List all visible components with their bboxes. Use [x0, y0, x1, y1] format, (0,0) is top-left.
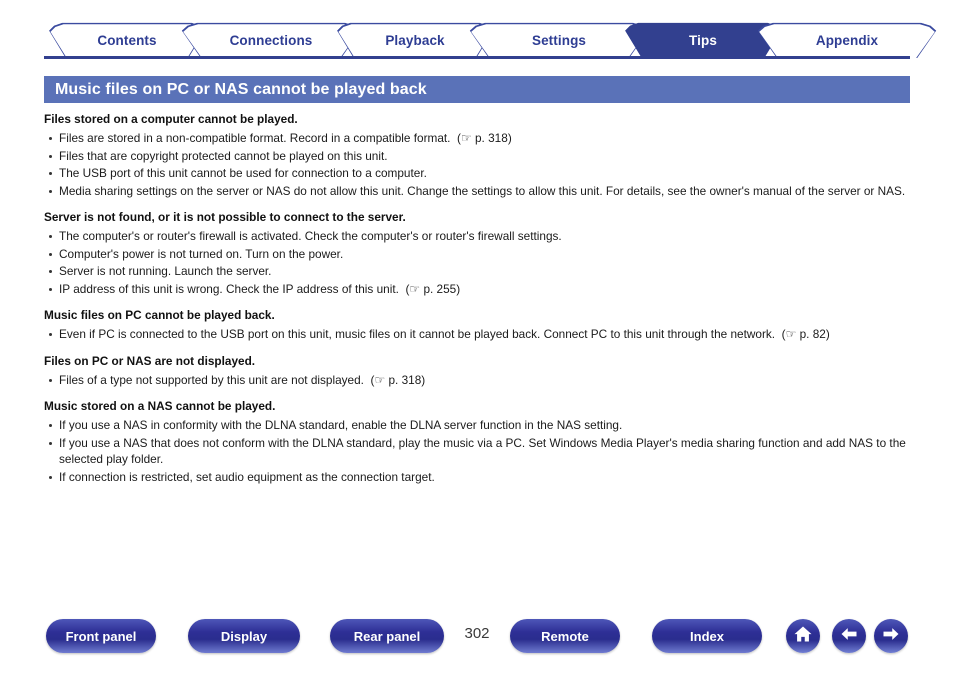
bullet-list: Files are stored in a non-compatible for…: [44, 130, 910, 199]
pointing-hand-icon: ☞: [785, 327, 797, 341]
footer-button-front-panel[interactable]: Front panel: [46, 619, 156, 653]
list-item: If connection is restricted, set audio e…: [44, 469, 910, 486]
tab-inner-fill: [759, 24, 935, 58]
list-item-text: Server is not running. Launch the server…: [59, 264, 272, 278]
list-item: Computer's power is not turned on. Turn …: [44, 246, 910, 263]
bullet-list: Even if PC is connected to the USB port …: [44, 326, 910, 343]
list-item: Files are stored in a non-compatible for…: [44, 130, 910, 147]
tab-inner-fill: [183, 24, 359, 58]
pointing-hand-icon: ☞: [460, 131, 472, 145]
bullet-list: If you use a NAS in conformity with the …: [44, 417, 910, 485]
reference-close-paren: ): [456, 281, 461, 296]
page-reference-link[interactable]: (☞ p. 318): [457, 131, 512, 145]
section-heading: Music files on PC cannot be played back.: [44, 308, 275, 322]
reference-close-paren: ): [421, 372, 426, 387]
arrow-right-icon: [881, 624, 901, 649]
footer-button-label: Front panel: [65, 628, 137, 644]
page-reference-link[interactable]: (☞ p. 82): [782, 327, 830, 341]
tab-settings[interactable]: Settings: [469, 22, 649, 58]
reference-page-number: p. 318: [388, 372, 422, 387]
reference-page-number: p. 82: [799, 327, 826, 341]
list-item: The computer's or router's firewall is a…: [44, 228, 910, 245]
footer-button-label: Index: [690, 628, 724, 644]
page-reference-link[interactable]: (☞ p. 318): [371, 373, 426, 387]
pointing-hand-icon: ☞: [374, 372, 386, 387]
list-item: The USB port of this unit cannot be used…: [44, 165, 910, 182]
list-item-text: IP address of this unit is wrong. Check …: [59, 281, 399, 296]
tab-bar: Contents Connections Playback Settings Tips A…: [44, 22, 937, 60]
list-item-text: Even if PC is connected to the USB port …: [59, 327, 776, 341]
footer-button-index[interactable]: Index: [652, 619, 762, 653]
content-section: Music files on PC cannot be played back.…: [44, 308, 910, 343]
footer-home-button[interactable]: [786, 619, 820, 653]
footer-button-label: Display: [220, 628, 268, 644]
footer-button-display[interactable]: Display: [188, 619, 300, 653]
list-item-text: Files are stored in a non-compatible for…: [59, 131, 451, 145]
page-reference-link[interactable]: (☞ p. 255): [405, 282, 460, 296]
list-item-text: The USB port of this unit cannot be used…: [59, 166, 427, 180]
list-item: Files that are copyright protected canno…: [44, 148, 910, 165]
section-heading: Music stored on a NAS cannot be played.: [44, 399, 276, 413]
footer-button-label: Remote: [541, 628, 589, 644]
content-section: Music stored on a NAS cannot be played. I…: [44, 399, 910, 485]
footer-button-rear-panel[interactable]: Rear panel: [330, 619, 444, 653]
reference-close-paren: ): [507, 131, 512, 145]
page-title-text: Music files on PC or NAS cannot be playe…: [55, 80, 427, 98]
tab-playback[interactable]: Playback: [336, 22, 494, 58]
reference-page-number: p. 318: [475, 131, 508, 145]
footer-arrow-left-button[interactable]: [832, 619, 866, 653]
tab-appendix[interactable]: Appendix: [757, 22, 937, 58]
bullet-list: The computer's or router's firewall is a…: [44, 228, 910, 297]
list-item-text: Media sharing settings on the server or …: [59, 183, 906, 198]
list-item-text: If connection is restricted, set audio e…: [59, 469, 435, 484]
tab-contents[interactable]: Contents: [48, 22, 206, 58]
list-item: Server is not running. Launch the server…: [44, 263, 910, 280]
list-item: Even if PC is connected to the USB port …: [44, 326, 910, 343]
tab-background: [624, 22, 782, 58]
pointing-hand-icon: ☞: [409, 281, 421, 296]
list-item: Files of a type not supported by this un…: [44, 372, 910, 389]
list-item: If you use a NAS in conformity with the …: [44, 417, 910, 434]
arrow-left-icon: [839, 624, 859, 649]
content-section: Files on PC or NAS are not displayed. Fil…: [44, 354, 910, 389]
tab-bar-underline: [44, 56, 910, 59]
list-item-text: The computer's or router's firewall is a…: [59, 229, 562, 243]
section-heading: Files on PC or NAS are not displayed.: [44, 353, 256, 368]
section-heading: Files stored on a computer cannot be pla…: [44, 112, 298, 126]
content-area: Files stored on a computer cannot be pla…: [44, 112, 910, 486]
page-number: 302: [464, 625, 490, 642]
list-item-text: Files that are copyright protected canno…: [59, 148, 388, 163]
home-icon: [793, 624, 813, 649]
reference-page-number: p. 255: [423, 281, 457, 296]
list-item-text: If you use a NAS that does not conform w…: [59, 435, 906, 467]
content-section: Server is not found, or it is not possib…: [44, 210, 910, 297]
content-section: Files stored on a computer cannot be pla…: [44, 112, 910, 199]
list-item-text: If you use a NAS in conformity with the …: [59, 418, 623, 432]
footer-arrow-right-button[interactable]: [874, 619, 908, 653]
list-item: If you use a NAS that does not conform w…: [44, 435, 910, 468]
tab-connections[interactable]: Connections: [181, 22, 361, 58]
list-item-text: Computer's power is not turned on. Turn …: [59, 246, 344, 261]
tab-tips[interactable]: Tips: [624, 22, 782, 58]
footer-button-remote[interactable]: Remote: [510, 619, 620, 653]
list-item: Media sharing settings on the server or …: [44, 183, 910, 200]
reference-close-paren: ): [825, 327, 830, 341]
page-title: Music files on PC or NAS cannot be playe…: [44, 76, 910, 103]
footer-nav: 302 Front panel Display Rear panel Remote In…: [0, 619, 954, 655]
list-item: IP address of this unit is wrong. Check …: [44, 281, 910, 298]
bullet-list: Files of a type not supported by this un…: [44, 372, 910, 389]
tab-inner-fill: [471, 24, 647, 58]
footer-button-label: Rear panel: [353, 628, 421, 644]
section-heading: Server is not found, or it is not possib…: [44, 210, 406, 224]
list-item-text: Files of a type not supported by this un…: [59, 372, 364, 387]
